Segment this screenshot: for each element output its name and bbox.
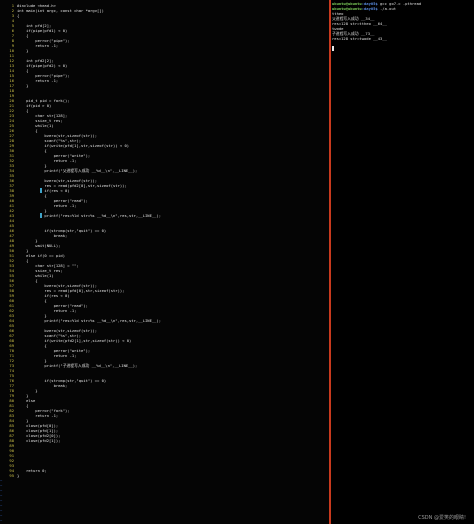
watermark: CSDN @爱笑的眼睛! (418, 515, 466, 521)
terminal-cursor (332, 46, 334, 51)
terminal-pane[interactable]: ubuntu@ubuntu:day05$ gcc go7.c -pthread u… (331, 0, 474, 524)
editor-cursor (40, 213, 42, 218)
editor-cursor (40, 188, 42, 193)
terminal-text: res=128 str=twode __43__ (332, 36, 387, 41)
empty-buffer-tilde: ~ (0, 518, 3, 523)
terminal-line: res=128 str=twode __43__ (332, 36, 387, 41)
code-editor-pane[interactable]: 1 #include <head.h> 2 int main(int argc, co… (0, 0, 329, 524)
prompt-path: :day05$ (361, 6, 378, 11)
terminal-text: ./a.out (377, 6, 397, 11)
